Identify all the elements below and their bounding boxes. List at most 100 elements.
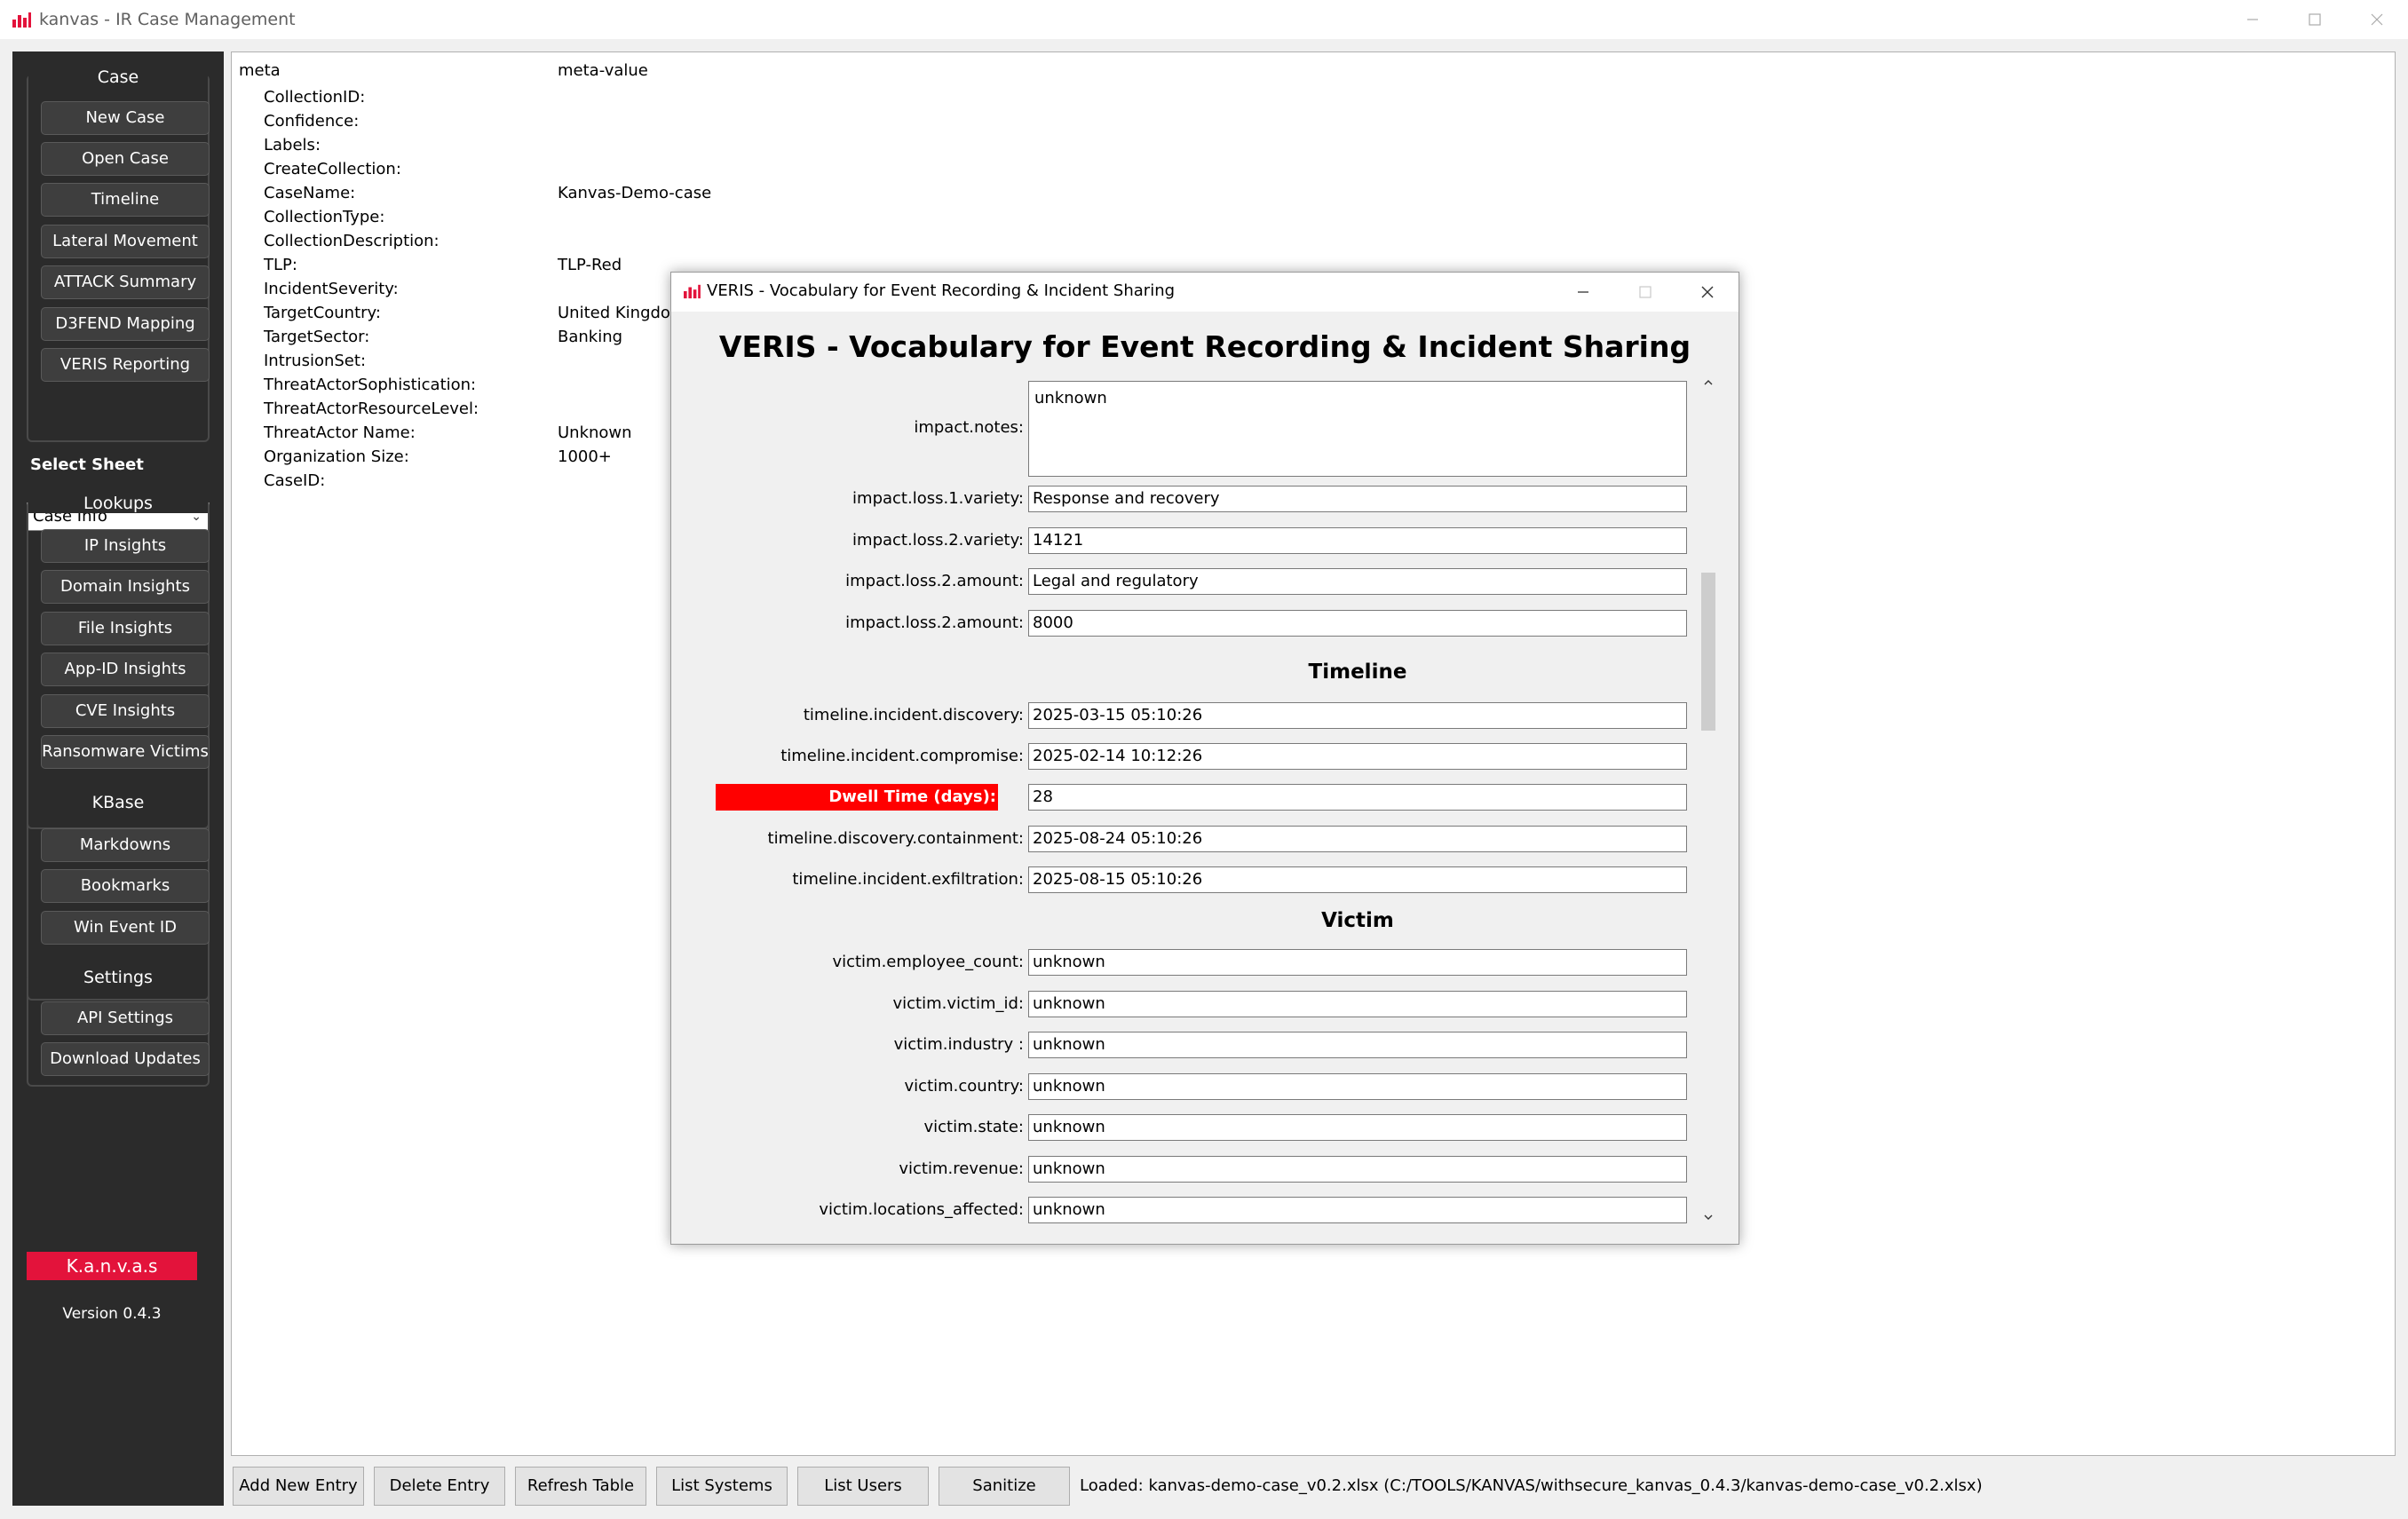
dwell-time-input[interactable]: 28 — [1028, 784, 1687, 811]
impact-notes-label: impact.notes: — [914, 418, 1024, 437]
impact-loss-1-variety-input[interactable]: Response and recovery — [1028, 486, 1687, 512]
table-row-key[interactable]: CaseName: — [264, 184, 355, 202]
table-row-key[interactable]: IncidentSeverity: — [264, 280, 399, 298]
table-row-key[interactable]: TargetSector: — [264, 328, 369, 346]
maximize-icon — [1614, 273, 1676, 312]
table-row-value[interactable]: Banking — [558, 328, 622, 346]
dialog-window-controls — [1552, 273, 1739, 312]
table-row-key[interactable]: CollectionID: — [264, 88, 365, 107]
victim-state-input[interactable]: unknown — [1028, 1114, 1687, 1141]
victim-industry-input[interactable]: unknown — [1028, 1032, 1687, 1058]
timeline-incident-discovery-input[interactable]: 2025-03-15 05:10:26 — [1028, 702, 1687, 729]
timeline-discovery-containment-label: timeline.discovery.containment: — [767, 829, 1024, 848]
file-insights-button[interactable]: File Insights — [41, 612, 210, 645]
dialog-scrollbar[interactable] — [1698, 372, 1719, 1228]
cve-insights-button[interactable]: CVE Insights — [41, 694, 210, 728]
victim-country-input[interactable]: unknown — [1028, 1073, 1687, 1100]
lateral-movement-button[interactable]: Lateral Movement — [41, 225, 210, 258]
timeline-button[interactable]: Timeline — [41, 183, 210, 217]
sanitize-button[interactable]: Sanitize — [939, 1467, 1070, 1506]
kanvas-brand-label: K.a.n.v.a.s — [27, 1252, 197, 1280]
victim-section-title: Victim — [1321, 909, 1394, 932]
victim-victim-id-input[interactable]: unknown — [1028, 991, 1687, 1017]
impact-loss-2-amount-input[interactable]: Legal and regulatory — [1028, 568, 1687, 595]
open-case-button[interactable]: Open Case — [41, 142, 210, 176]
victim-locations-affected-label: victim.locations_affected: — [819, 1200, 1024, 1219]
download-updates-button[interactable]: Download Updates — [41, 1042, 210, 1076]
delete-entry-button[interactable]: Delete Entry — [374, 1467, 505, 1506]
impact-notes-textarea[interactable]: unknown — [1028, 381, 1687, 477]
kanvas-app-icon — [12, 12, 31, 28]
table-row-value[interactable]: Kanvas-Demo-case — [558, 184, 711, 202]
victim-revenue-input[interactable]: unknown — [1028, 1156, 1687, 1183]
bookmarks-button[interactable]: Bookmarks — [41, 869, 210, 903]
timeline-incident-discovery-label: timeline.incident.discovery: — [803, 706, 1024, 724]
minimize-icon[interactable] — [1552, 273, 1614, 312]
impact-loss-2-amount-input[interactable]: 8000 — [1028, 610, 1687, 637]
table-row-key[interactable]: TLP: — [264, 256, 297, 274]
scroll-down-icon[interactable] — [1698, 1206, 1719, 1228]
refresh-table-button[interactable]: Refresh Table — [515, 1467, 646, 1506]
kanvas-app-icon — [684, 284, 701, 299]
new-case-button[interactable]: New Case — [41, 101, 210, 135]
timeline-discovery-containment-input[interactable]: 2025-08-24 05:10:26 — [1028, 826, 1687, 852]
scroll-up-icon[interactable] — [1698, 372, 1719, 393]
table-row-key[interactable]: CollectionType: — [264, 208, 384, 226]
column-header-meta[interactable]: meta — [239, 61, 281, 80]
close-icon[interactable] — [1676, 273, 1739, 312]
domain-insights-button[interactable]: Domain Insights — [41, 570, 210, 604]
table-row-key[interactable]: Confidence: — [264, 112, 359, 131]
case-group: Case New Case Open Case Timeline Lateral… — [27, 67, 210, 442]
table-row-key[interactable]: CaseID: — [264, 471, 325, 490]
table-row-value[interactable]: TLP-Red — [558, 256, 622, 274]
window-title: kanvas - IR Case Management — [39, 10, 296, 29]
list-systems-button[interactable]: List Systems — [656, 1467, 788, 1506]
veris-reporting-button[interactable]: VERIS Reporting — [41, 348, 210, 382]
impact-loss-2-variety-label: impact.loss.2.variety: — [852, 531, 1024, 550]
settings-group-title: Settings — [28, 968, 208, 987]
scrollbar-thumb[interactable] — [1701, 573, 1715, 731]
ransomware-victims-button[interactable]: Ransomware Victims — [41, 735, 210, 769]
select-sheet-label: Select Sheet — [30, 455, 144, 474]
close-icon[interactable] — [2346, 0, 2408, 39]
add-new-entry-button[interactable]: Add New Entry — [233, 1467, 364, 1506]
ip-insights-button[interactable]: IP Insights — [41, 529, 210, 563]
dwell-time-label: Dwell Time (days): — [716, 784, 998, 811]
markdowns-button[interactable]: Markdowns — [41, 828, 210, 862]
minimize-icon[interactable] — [2222, 0, 2284, 39]
column-header-meta-value[interactable]: meta-value — [558, 61, 648, 80]
win-event-id-button[interactable]: Win Event ID — [41, 911, 210, 945]
table-row-key[interactable]: Organization Size: — [264, 447, 409, 466]
table-row-key[interactable]: CollectionDescription: — [264, 232, 440, 250]
dialog-heading: VERIS - Vocabulary for Event Recording &… — [718, 329, 1691, 364]
timeline-incident-compromise-input[interactable]: 2025-02-14 10:12:26 — [1028, 743, 1687, 770]
table-row-key[interactable]: ThreatActorSophistication: — [264, 376, 476, 394]
dialog-title: VERIS - Vocabulary for Event Recording &… — [707, 281, 1176, 300]
maximize-icon[interactable] — [2284, 0, 2346, 39]
table-row-value[interactable]: United Kingdom — [558, 304, 685, 322]
attack-summary-button[interactable]: ATTACK Summary — [41, 265, 210, 299]
app-id-insights-button[interactable]: App-ID Insights — [41, 653, 210, 686]
impact-loss-1-variety-label: impact.loss.1.variety: — [852, 489, 1024, 508]
victim-state-label: victim.state: — [923, 1118, 1024, 1136]
api-settings-button[interactable]: API Settings — [41, 1001, 210, 1035]
d3fend-mapping-button[interactable]: D3FEND Mapping — [41, 307, 210, 341]
impact-loss-2-variety-input[interactable]: 14121 — [1028, 527, 1687, 554]
table-row-key[interactable]: IntrusionSet: — [264, 352, 366, 370]
impact-loss-2-amount-label: impact.loss.2.amount: — [845, 572, 1024, 590]
table-row-key[interactable]: TargetCountry: — [264, 304, 381, 322]
table-row-key[interactable]: ThreatActorResourceLevel: — [264, 400, 479, 418]
table-row-value[interactable]: Unknown — [558, 423, 632, 442]
victim-locations-affected-input[interactable]: unknown — [1028, 1197, 1687, 1223]
table-row-key[interactable]: Labels: — [264, 136, 321, 154]
timeline-incident-exfiltration-input[interactable]: 2025-08-15 05:10:26 — [1028, 866, 1687, 893]
table-row-value[interactable]: 1000+ — [558, 447, 612, 466]
list-users-button[interactable]: List Users — [797, 1467, 929, 1506]
table-row-key[interactable]: CreateCollection: — [264, 160, 401, 178]
table-row-key[interactable]: ThreatActor Name: — [264, 423, 416, 442]
victim-industry-label: victim.industry : — [893, 1035, 1024, 1054]
victim-employee-count-input[interactable]: unknown — [1028, 949, 1687, 976]
status-text: Loaded: kanvas-demo-case_v0.2.xlsx (C:/T… — [1080, 1476, 1983, 1495]
veris-form-scroll-area[interactable]: impact.notes: unknown impact.loss.1.vari… — [687, 372, 1721, 1228]
settings-group: Settings API Settings Download Updates — [27, 968, 210, 1087]
